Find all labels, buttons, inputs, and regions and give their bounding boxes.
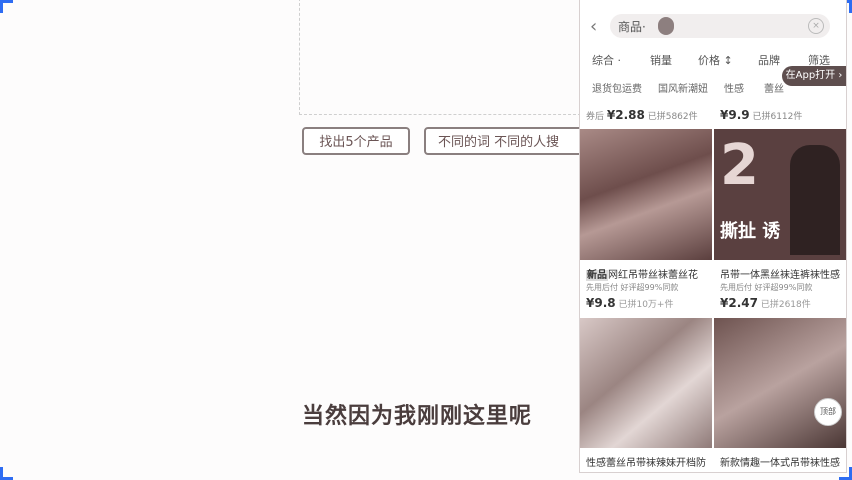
- category-select[interactable]: 商品·: [618, 18, 646, 35]
- capture-corner-top-left: [0, 0, 13, 13]
- product-title[interactable]: 新款情趣一体式吊带袜性感: [720, 454, 846, 469]
- clear-icon[interactable]: ×: [808, 18, 824, 34]
- product-image[interactable]: [714, 318, 846, 448]
- video-subtitle: 当然因为我刚刚这里呢: [302, 404, 533, 429]
- product-note: 先用后付 好评超99%同款: [720, 283, 813, 292]
- sort-sales[interactable]: 销量: [650, 52, 672, 68]
- filter-chip[interactable]: 蕾丝: [764, 80, 784, 95]
- back-icon[interactable]: ‹: [590, 16, 597, 37]
- product-title[interactable]: 吊带一体黑丝袜连裤袜性感: [720, 266, 846, 281]
- product-price: ¥9.8 已拼10万+件: [586, 296, 674, 310]
- prev-row-left-price: 券后 ¥2.88 已拼5862件: [586, 108, 698, 122]
- sort-comprehensive[interactable]: 综合 ·: [592, 52, 621, 68]
- filter-chip[interactable]: 退货包运费: [592, 80, 642, 95]
- tag-different-words[interactable]: 不同的词 不同的人搜: [424, 127, 584, 155]
- filter-chip[interactable]: 性感: [724, 80, 744, 95]
- query-chip[interactable]: [658, 17, 674, 35]
- filter-chips: 退货包运费 国风新潮妞 性感 蕾丝: [580, 78, 846, 98]
- product-note: 先用后付 好评超99%同款: [586, 283, 679, 292]
- product-image[interactable]: [580, 129, 712, 260]
- product-image[interactable]: [580, 318, 712, 448]
- sort-price[interactable]: 价格 ↕: [698, 52, 733, 68]
- phone-screen: ‹ 商品· × 综合 · 销量 价格 ↕ 品牌 筛选 在App打开 › 退货包运…: [579, 0, 847, 473]
- back-to-top-button[interactable]: 顶部: [814, 398, 842, 426]
- search-input[interactable]: 商品· ×: [610, 14, 830, 38]
- filter-chip[interactable]: 国风新潮妞: [658, 80, 708, 95]
- product-image[interactable]: 2 撕扯 诱: [714, 129, 846, 260]
- product-title[interactable]: 性感蕾丝吊带袜辣妹开档防: [586, 454, 714, 469]
- sort-brand[interactable]: 品牌: [758, 52, 780, 68]
- product-title[interactable]: 新品网红吊带丝袜蕾丝花: [586, 266, 714, 281]
- prev-row-right-price: ¥9.9 已拼6112件: [720, 108, 803, 122]
- search-bar: ‹ 商品· ×: [580, 10, 846, 42]
- capture-corner-bottom-left: [0, 467, 13, 480]
- tag-find-products[interactable]: 找出5个产品: [302, 127, 410, 155]
- product-price: ¥2.47 已拼2618件: [720, 296, 811, 310]
- canvas-frame: [299, 0, 581, 115]
